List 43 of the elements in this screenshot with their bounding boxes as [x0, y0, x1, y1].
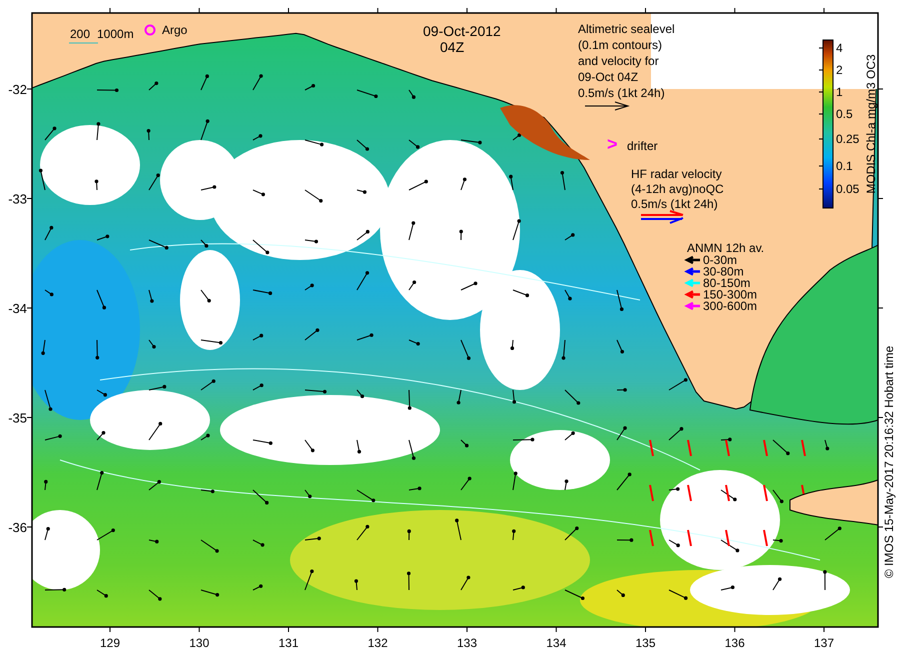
- scale-label: 1000m: [97, 27, 134, 41]
- altimetry-legend-text: and velocity for: [578, 54, 659, 68]
- latitude-label: -34: [8, 301, 27, 316]
- drifter-legend-label: drifter: [627, 139, 658, 153]
- longitude-label: 132: [368, 636, 388, 650]
- colorbar-label: 0.1: [836, 159, 853, 173]
- colorbar-label: 2: [836, 63, 843, 77]
- longitude-label: 130: [189, 636, 210, 650]
- depth-legend-label: 300-600m: [703, 299, 758, 313]
- latitude-label: -33: [8, 192, 27, 206]
- hf-radar-legend-text: 0.5m/s (1kt 24h): [631, 197, 718, 211]
- longitude-label: 133: [456, 636, 478, 650]
- colorbar-label: 1: [836, 85, 843, 99]
- longitude-label: 137: [814, 636, 834, 650]
- longitude-label: 134: [546, 636, 566, 650]
- longitude-label: 129: [100, 636, 120, 650]
- colorbar-label: 0.25: [836, 132, 860, 146]
- colorbar-label: 4: [836, 41, 843, 55]
- colorbar-label: 0.05: [836, 182, 860, 196]
- credit-text: © IMOS 15-May-2017 20:16:32 Hobart time: [882, 346, 896, 578]
- latitude-label: -32: [8, 82, 27, 97]
- latitude-label: -35: [8, 410, 27, 426]
- drifter-icon: >: [607, 134, 618, 154]
- altimetry-legend-text: 0.5m/s (1kt 24h): [578, 86, 665, 100]
- longitude-label: 131: [278, 636, 299, 650]
- hf-radar-legend-text: (4-12h avg)noQC: [631, 182, 724, 196]
- depth-legend-label: 80-150m: [703, 276, 750, 290]
- hf-radar-legend-text: HF radar velocity: [631, 167, 722, 181]
- argo-legend-label: Argo: [162, 23, 188, 37]
- depth-legend-label: 0-30m: [703, 253, 738, 267]
- altimetry-legend-text: Altimetric sealevel: [578, 22, 675, 36]
- longitude-label: 135: [635, 636, 656, 650]
- latitude-label: -36: [8, 520, 27, 535]
- colorbar-label: 0.5: [836, 107, 853, 121]
- scale-label: 200: [70, 27, 90, 41]
- depth-legend-label: 150-300m: [703, 288, 758, 302]
- altimetry-legend-text: 09-Oct 04Z: [578, 70, 638, 84]
- depth-legend-label: 30-80m: [703, 264, 744, 278]
- time-label: 04Z: [440, 39, 464, 55]
- anmn-legend-title: ANMN 12h av.: [687, 241, 764, 255]
- altimetry-legend-text: (0.1m contours): [578, 38, 662, 52]
- longitude-label: 136: [724, 636, 745, 650]
- date-label: 09-Oct-2012: [423, 23, 501, 39]
